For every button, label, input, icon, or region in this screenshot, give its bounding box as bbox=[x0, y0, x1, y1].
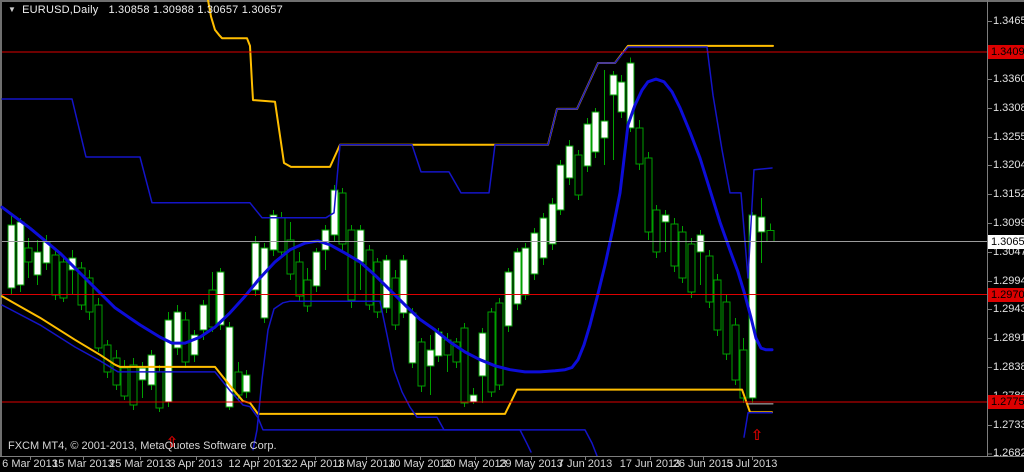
price-axis-label: 1.34655 bbox=[993, 14, 1024, 27]
window-left-border bbox=[0, 0, 2, 456]
price-axis-label: 1.28385 bbox=[993, 361, 1024, 374]
price-axis-label: 1.33605 bbox=[993, 72, 1024, 85]
band-line bbox=[1, 304, 598, 457]
time-axis-label: 26 Jun 2013 bbox=[672, 458, 734, 470]
price-axis-label: 1.28910 bbox=[993, 332, 1024, 345]
price-axis-label: 1.31520 bbox=[993, 188, 1024, 200]
gold-stop-line bbox=[207, 0, 774, 168]
time-axis-label: 20 May 2013 bbox=[443, 458, 507, 470]
price-axis-label: 1.26825 bbox=[993, 447, 1024, 460]
price-axis-label: 1.29435 bbox=[993, 303, 1024, 316]
chevron-down-icon[interactable]: ▼ bbox=[8, 5, 16, 14]
time-axis-label: 15 Mar 2013 bbox=[52, 458, 114, 470]
current-price-box: 1.30657 bbox=[988, 234, 1024, 249]
chart-symbol-period: EURUSD,Daily bbox=[22, 4, 99, 16]
buy-arrow-icon: ⇧ bbox=[751, 426, 764, 444]
time-axis-label: 22 Apr 2013 bbox=[285, 458, 345, 470]
time-axis-label: 29 May 2013 bbox=[499, 458, 563, 470]
candles-layer bbox=[7, 57, 775, 412]
time-axis-label: 1 May 2013 bbox=[337, 458, 395, 470]
price-axis-label: 1.32555 bbox=[993, 130, 1024, 143]
red-level-price-box: 1.34090 bbox=[988, 45, 1024, 59]
time-axis-label: 7 Jun 2013 bbox=[557, 458, 613, 470]
time-axis-label: 25 Mar 2013 bbox=[109, 458, 171, 470]
price-axis-label: 1.32045 bbox=[993, 159, 1024, 171]
price-chart[interactable]: ⇧ ⇧ bbox=[0, 0, 1024, 472]
red-level-price-box: 1.29701 bbox=[988, 287, 1024, 302]
price-axis-label: 1.29945 bbox=[993, 275, 1024, 287]
time-axis-label: 3 Apr 2013 bbox=[169, 458, 223, 470]
time-axis-label: 17 Jun 2013 bbox=[619, 458, 681, 470]
time-axis-label: 6 Mar 2013 bbox=[2, 458, 58, 470]
time-axis-label: 12 Apr 2013 bbox=[228, 458, 288, 470]
time-axis-label: 5 Jul 2013 bbox=[726, 458, 778, 470]
chart-title: ▼ EURUSD,Daily 1.30858 1.30988 1.30657 1.3… bbox=[8, 4, 283, 16]
price-axis-label: 1.27335 bbox=[993, 419, 1024, 432]
chart-ohlc-values: 1.30858 1.30988 1.30657 1.30657 bbox=[108, 4, 283, 16]
mt4-chart-window: ⇧ ⇧ ▼ EURUSD,Daily 1.30858 1.30988 1.30657 … bbox=[0, 0, 1024, 472]
copyright-text: FXCM MT4, © 2001-2013, MetaQuotes Softwa… bbox=[8, 440, 277, 452]
red-level-price-box: 1.27759 bbox=[988, 394, 1024, 409]
window-top-border bbox=[0, 0, 1024, 2]
gold-stop-line bbox=[1, 295, 773, 415]
price-axis-label: 1.30995 bbox=[993, 217, 1024, 229]
price-axis-label: 1.33080 bbox=[993, 101, 1024, 114]
